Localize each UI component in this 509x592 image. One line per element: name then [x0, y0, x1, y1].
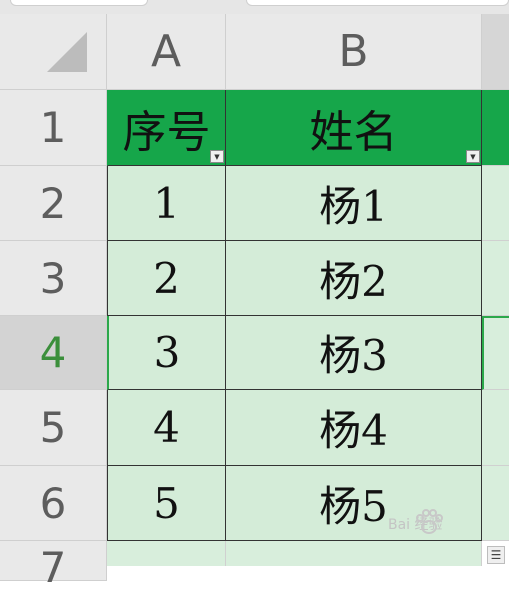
cell-c1[interactable]	[482, 90, 509, 166]
filter-dropdown-b-icon[interactable]: ▼	[466, 150, 480, 163]
cell-a7[interactable]	[107, 541, 226, 566]
select-all-triangle-icon[interactable]	[47, 32, 87, 72]
cell-a1[interactable]: 序号	[107, 90, 226, 166]
sheet-tab-left[interactable]	[10, 0, 148, 6]
cell-a6[interactable]: 5	[107, 466, 226, 541]
column-header-b[interactable]: B	[226, 14, 482, 90]
cell-b1[interactable]: 姓名	[226, 90, 482, 166]
row-header-1[interactable]: 1	[0, 90, 107, 166]
cell-a5[interactable]: 4	[107, 390, 226, 466]
paste-options-icon[interactable]: ☰	[487, 546, 505, 564]
cell-c2[interactable]	[482, 166, 509, 241]
formula-bar-edge[interactable]	[246, 0, 509, 6]
cell-c3[interactable]	[482, 241, 509, 316]
column-header-a[interactable]: A	[107, 14, 226, 90]
cell-b2[interactable]: 杨1	[226, 166, 482, 241]
cell-c4-selected[interactable]	[482, 316, 509, 390]
cell-a4[interactable]: 3	[107, 316, 226, 390]
cell-b3[interactable]: 杨2	[226, 241, 482, 316]
column-header-c[interactable]	[482, 14, 509, 90]
row-header-4[interactable]: 4	[0, 316, 107, 390]
row-header-2[interactable]: 2	[0, 166, 107, 241]
row-header-7[interactable]: 7	[0, 541, 107, 592]
cell-a2[interactable]: 1	[107, 166, 226, 241]
row-header-5[interactable]: 5	[0, 390, 107, 466]
cell-c5[interactable]	[482, 390, 509, 466]
row-header-3[interactable]: 3	[0, 241, 107, 316]
cell-b4[interactable]: 杨3	[226, 316, 482, 390]
cell-b7[interactable]	[226, 541, 482, 566]
cell-b1-text: 姓名	[309, 106, 398, 158]
cell-a1-text: 序号	[122, 106, 211, 158]
baidu-paw-icon	[416, 509, 443, 534]
filter-dropdown-a-icon[interactable]: ▼	[210, 150, 224, 163]
cell-b5[interactable]: 杨4	[226, 390, 482, 466]
cell-c6[interactable]	[482, 466, 509, 541]
row-header-6[interactable]: 6	[0, 466, 107, 541]
cell-a3[interactable]: 2	[107, 241, 226, 316]
